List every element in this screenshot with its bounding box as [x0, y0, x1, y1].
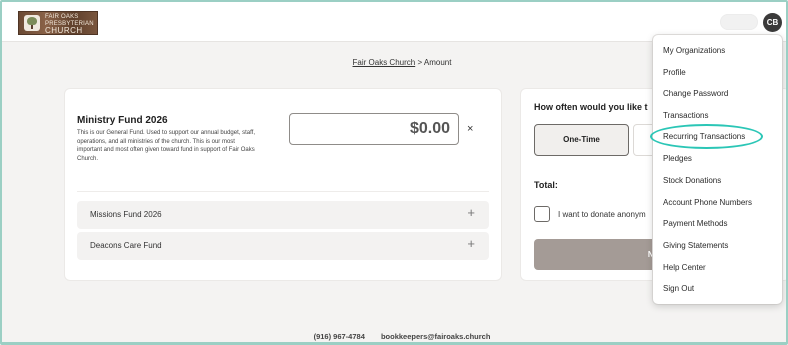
menu-item-my-organizations[interactable]: My Organizations — [663, 46, 725, 55]
menu-item-transactions[interactable]: Transactions — [663, 111, 709, 120]
fund-row-label: Missions Fund 2026 — [90, 210, 162, 219]
footer-email[interactable]: bookkeepers@fairoaks.church — [381, 332, 490, 341]
menu-item-help-center[interactable]: Help Center — [663, 263, 706, 272]
notification-placeholder — [720, 14, 758, 30]
menu-item-pledges[interactable]: Pledges — [663, 154, 692, 163]
highlight-annotation — [650, 124, 763, 149]
footer-phone[interactable]: (916) 967-4784 — [314, 332, 365, 341]
menu-item-profile[interactable]: Profile — [663, 68, 686, 77]
fund-row-deacons[interactable]: Deacons Care Fund + — [77, 232, 489, 260]
user-menu-dropdown: My Organizations Profile Change Password… — [653, 35, 782, 304]
total-label: Total: — [534, 180, 558, 190]
menu-item-change-password[interactable]: Change Password — [663, 89, 728, 98]
church-logo[interactable]: FAIR OAKS PRESBYTERIAN CHURCH — [18, 11, 98, 35]
anonymous-checkbox[interactable] — [534, 206, 550, 222]
menu-item-giving-statements[interactable]: Giving Statements — [663, 241, 728, 250]
plus-icon[interactable]: + — [467, 206, 475, 220]
fund-title: Ministry Fund 2026 — [77, 115, 168, 126]
breadcrumb-link-church[interactable]: Fair Oaks Church — [353, 58, 416, 67]
frequency-one-time-button[interactable]: One-Time — [534, 124, 629, 156]
breadcrumb-separator: > — [417, 58, 423, 67]
frequency-question: How often would you like t — [534, 102, 648, 112]
footer: (916) 967-4784 bookkeepers@fairoaks.chur… — [2, 332, 786, 341]
tree-logo-icon — [24, 15, 40, 31]
fund-selection-card: Ministry Fund 2026 This is our General F… — [64, 88, 502, 281]
fund-description: This is our General Fund. Used to suppor… — [77, 130, 255, 162]
user-avatar-button[interactable]: CB — [763, 13, 782, 32]
breadcrumb-current: Amount — [423, 58, 452, 67]
menu-item-sign-out[interactable]: Sign Out — [663, 284, 694, 293]
fund-row-missions[interactable]: Missions Fund 2026 + — [77, 201, 489, 229]
logo-line-3: CHURCH — [45, 26, 83, 35]
amount-input[interactable]: $0.00 — [289, 113, 459, 145]
fund-row-label: Deacons Care Fund — [90, 241, 162, 250]
divider — [77, 191, 489, 192]
menu-item-stock-donations[interactable]: Stock Donations — [663, 176, 721, 185]
remove-fund-icon[interactable]: × — [467, 124, 473, 135]
menu-item-payment-methods[interactable]: Payment Methods — [663, 219, 727, 228]
logo-text: FAIR OAKS PRESBYTERIAN CHURCH — [45, 14, 97, 35]
menu-item-account-phone-numbers[interactable]: Account Phone Numbers — [663, 198, 752, 207]
plus-icon[interactable]: + — [467, 237, 475, 251]
anonymous-label: I want to donate anonym — [558, 210, 646, 219]
app-window: FAIR OAKS PRESBYTERIAN CHURCH CB Fair Oa… — [0, 0, 788, 345]
